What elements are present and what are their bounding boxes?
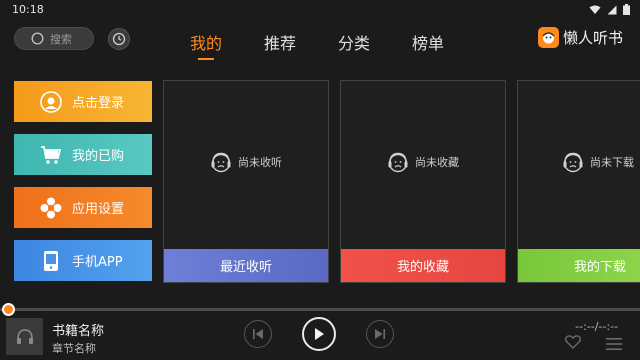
brand-logo-icon [538,27,559,48]
empty-text: 尚未下载 [590,156,634,169]
downloads-card[interactable]: 尚未下载 我的下载 [517,80,640,283]
settings-button[interactable]: 应用设置 [14,187,152,228]
book-name: 书籍名称 [52,324,105,339]
brand-name: 懒人听书 [563,29,624,47]
headset-avatar-icon [40,90,62,113]
sad-headphones-icon [388,152,408,173]
empty-state: 尚未收听 [164,151,328,173]
card-footer: 最近收听 [164,249,328,282]
purchased-label: 我的已购 [72,149,125,164]
wifi-icon [589,5,601,14]
book-cover[interactable] [6,318,43,355]
settings-label: 应用设置 [72,202,125,217]
tab-recommend[interactable]: 推荐 [264,30,296,54]
tab-category[interactable]: 分类 [338,30,370,54]
card-footer: 我的下载 [518,249,640,282]
favorite-button[interactable] [565,334,581,353]
progress-handle[interactable] [2,303,15,316]
main-tabs: 我的 推荐 分类 榜单 [190,30,444,60]
login-label: 点击登录 [72,96,125,111]
status-bar: 10:18 [0,0,640,20]
history-button[interactable] [108,28,130,50]
card-footer: 我的收藏 [341,249,505,282]
empty-state: 尚未下载 [518,151,640,173]
brand: 懒人听书 [538,27,623,48]
search-icon [31,32,44,45]
empty-text: 尚未收藏 [415,156,459,169]
phone-app-icon [40,250,62,272]
playlist-button[interactable] [606,335,622,354]
login-button[interactable]: 点击登录 [14,81,152,122]
list-icon [606,338,622,350]
empty-state: 尚未收藏 [341,151,505,173]
recent-listen-card[interactable]: 尚未收听 最近收听 [163,80,329,283]
status-time: 10:18 [12,3,44,16]
time-readout: --:--/--:-- [575,320,618,333]
flower-gear-icon [40,197,62,219]
phone-app-label: 手机APP [72,255,123,270]
system-icons [589,4,630,15]
next-button[interactable] [366,320,394,348]
chapter-name: 章节名称 [52,342,96,355]
heart-icon [565,335,581,349]
playback-progress-bar[interactable] [0,303,640,316]
signal-icon [607,5,617,14]
cart-icon [40,144,62,166]
tab-ranking[interactable]: 榜单 [412,30,444,54]
play-icon [315,328,324,340]
purchased-button[interactable]: 我的已购 [14,134,152,175]
headphones-icon [16,328,33,344]
empty-text: 尚未收听 [238,156,282,169]
previous-button[interactable] [244,320,272,348]
skip-next-icon [375,329,385,339]
phone-app-button[interactable]: 手机APP [14,240,152,281]
search-box[interactable]: 搜索 [14,27,94,50]
clock-icon [112,32,126,46]
sad-headphones-icon [211,152,231,173]
favorites-card[interactable]: 尚未收藏 我的收藏 [340,80,506,283]
search-placeholder: 搜索 [50,32,72,46]
battery-icon [623,4,630,15]
sad-headphones-icon [563,152,583,173]
skip-previous-icon [253,329,263,339]
play-button[interactable] [302,317,336,351]
tab-mine[interactable]: 我的 [190,30,222,60]
